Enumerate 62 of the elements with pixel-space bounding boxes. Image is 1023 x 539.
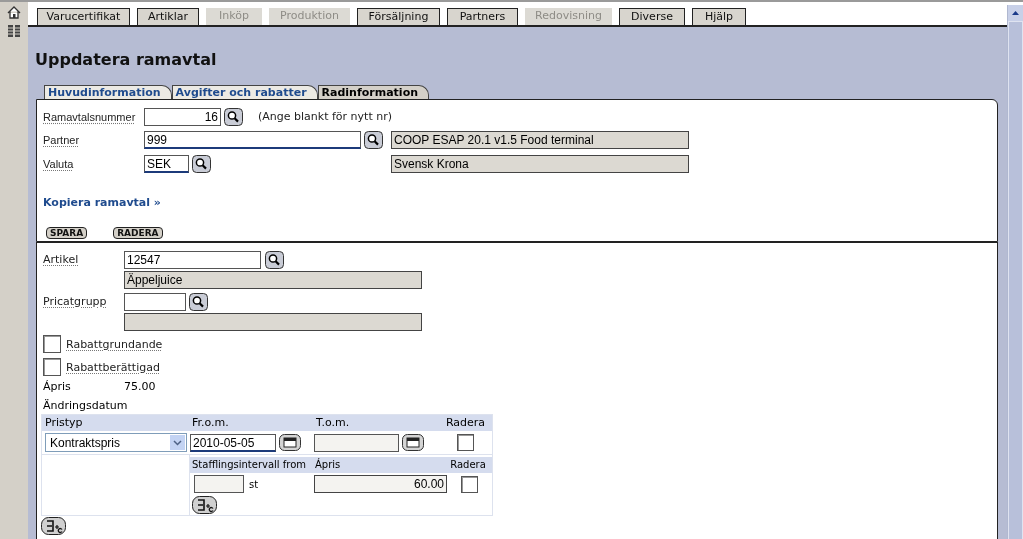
checkbox[interactable] [43,358,61,376]
chevron-icon [170,435,185,450]
menu-tab[interactable]: Partners [447,8,518,25]
unit-label: st [249,477,259,492]
action-button[interactable]: RADERA [113,226,163,239]
calendar-button[interactable] [402,434,424,451]
readonly-field: COOP ESAP 20.1 v1.5 Food terminal [391,131,689,149]
readonly-field: 60.00 [314,475,447,493]
input-field[interactable] [124,293,186,311]
search-button[interactable] [224,108,243,126]
input-field[interactable]: 16 [144,108,221,126]
column-header: Ápris [314,457,342,472]
column-header: Stafflingsintervall from [191,458,308,472]
menu-tab[interactable]: Försäljning [357,8,440,25]
field-label: Rabattgrundande [66,336,163,353]
scrollbar[interactable] [1007,5,1023,539]
menu-tab[interactable]: Hjälp [692,8,746,25]
menu-tab[interactable]: Varucertifikat [37,8,130,25]
column-header: Fr.o.m. [191,415,230,431]
field-label: Rabattberättigad [66,359,160,376]
copy-link[interactable]: Kopiera ramavtal » [43,195,161,212]
search-button[interactable] [265,251,284,269]
field-label: Artikel [43,252,80,268]
column-header: Radera [449,458,487,472]
input-field[interactable] [194,475,244,493]
field-label: Ramavtalsnummer [43,109,137,125]
column-header: Pristyp [44,415,84,431]
input-field[interactable] [314,433,399,452]
page-title: Uppdatera ramavtal [35,50,218,70]
menu-tab[interactable]: Diverse [619,8,685,25]
add-row-button[interactable] [192,496,217,514]
form-tab[interactable]: Avgifter och rabatter [171,85,318,99]
home-icon[interactable] [7,6,21,19]
field-label: Valuta [43,156,75,172]
search-button[interactable] [189,293,208,311]
readonly-field: Svensk Krona [391,155,689,173]
calendar-button[interactable] [279,434,301,451]
input-field[interactable]: SEK [144,155,189,173]
field-label: Ändringsdatum [43,397,128,414]
checkbox[interactable] [461,475,478,493]
columns-icon[interactable] [7,25,21,37]
add-row-button[interactable] [41,517,66,535]
checkbox[interactable] [43,335,61,353]
search-button[interactable] [192,155,211,173]
field-value: 75.00 [124,379,156,395]
field-label: Ápris [43,379,72,395]
readonly-field: Äppeljuice [124,271,422,289]
column-header: Radera [444,415,487,431]
input-field[interactable]: 999 [144,131,361,149]
field-label: Partner [43,132,81,148]
field-label: Pricatgrupp [43,294,108,310]
form-tab[interactable]: Huvudinformation [44,85,172,99]
form-tab[interactable]: Radinformation [317,85,430,99]
column-header: T.o.m. [315,415,351,431]
input-field[interactable]: 2010-05-05 [190,433,276,452]
action-button[interactable]: SPARA [46,226,88,239]
dropdown[interactable]: Kontraktspris [45,433,187,452]
search-button[interactable] [364,131,383,149]
hint-text: (Ange blankt för nytt nr) [258,108,392,125]
input-field[interactable]: 12547 [124,251,261,269]
menu-tab[interactable]: Artiklar [137,8,199,25]
checkbox[interactable] [457,434,474,451]
